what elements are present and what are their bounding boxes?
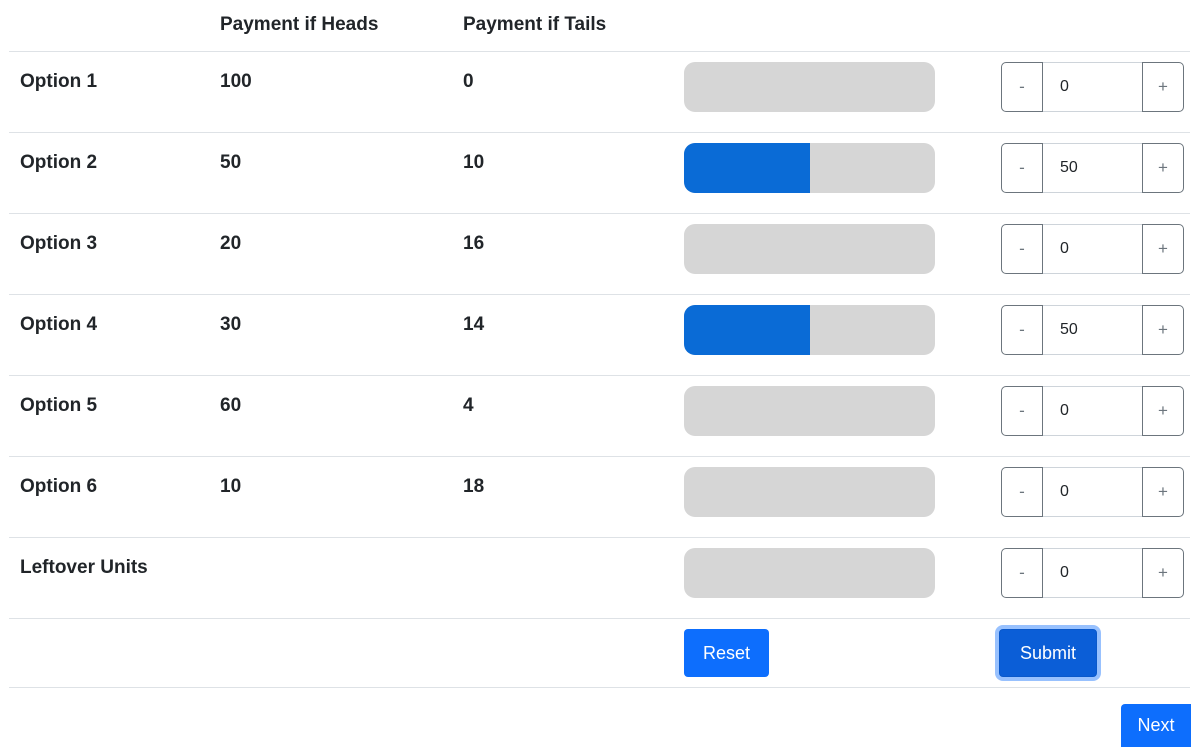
table-row-leftover: Leftover Units - +: [9, 538, 1190, 619]
header-payment-tails: Payment if Tails: [463, 14, 607, 35]
table-row: Option 1 100 0 - +: [9, 52, 1190, 133]
decrement-button[interactable]: -: [1001, 224, 1043, 274]
table-row: Option 6 10 18 - +: [9, 457, 1190, 538]
payment-heads-value: 20: [220, 233, 242, 254]
allocation-bar: [684, 305, 935, 355]
submit-button[interactable]: Submit: [999, 629, 1097, 677]
allocation-bar: [684, 143, 935, 193]
table-row: Option 5 60 4 - +: [9, 376, 1190, 457]
table-row: Option 3 20 16 - +: [9, 214, 1190, 295]
decrement-button[interactable]: -: [1001, 143, 1043, 193]
decrement-button[interactable]: -: [1001, 548, 1043, 598]
quantity-stepper: - +: [1001, 224, 1184, 274]
allocation-bar: [684, 62, 935, 112]
quantity-stepper: - +: [1001, 467, 1184, 517]
increment-button[interactable]: +: [1142, 143, 1184, 193]
allocation-bar: [684, 386, 935, 436]
payment-heads-value: 50: [220, 152, 242, 173]
allocation-bar-fill: [684, 305, 810, 355]
payment-tails-value: 4: [463, 395, 474, 416]
leftover-units-label: Leftover Units: [20, 557, 148, 578]
payment-tails-value: 16: [463, 233, 485, 254]
increment-button[interactable]: +: [1142, 548, 1184, 598]
decrement-button[interactable]: -: [1001, 467, 1043, 517]
option-label: Option 5: [20, 395, 98, 416]
allocation-input[interactable]: [1043, 467, 1142, 517]
allocation-input[interactable]: [1043, 143, 1142, 193]
allocation-table: Payment if Heads Payment if Tails Option…: [9, 0, 1190, 688]
quantity-stepper: - +: [1001, 143, 1184, 193]
payment-heads-value: 30: [220, 314, 242, 335]
option-label: Option 1: [20, 71, 98, 92]
decrement-button[interactable]: -: [1001, 386, 1043, 436]
quantity-stepper: - +: [1001, 548, 1184, 598]
increment-button[interactable]: +: [1142, 305, 1184, 355]
table-row: Option 4 30 14 - +: [9, 295, 1190, 376]
payment-heads-value: 100: [220, 71, 252, 92]
allocation-input[interactable]: [1043, 62, 1142, 112]
payment-tails-value: 14: [463, 314, 485, 335]
allocation-bar: [684, 467, 935, 517]
increment-button[interactable]: +: [1142, 224, 1184, 274]
allocation-input[interactable]: [1043, 548, 1142, 598]
payment-tails-value: 18: [463, 476, 485, 497]
option-label: Option 6: [20, 476, 98, 497]
allocation-bar: [684, 548, 935, 598]
option-label: Option 4: [20, 314, 98, 335]
option-label: Option 2: [20, 152, 98, 173]
quantity-stepper: - +: [1001, 386, 1184, 436]
table-row: Option 2 50 10 - +: [9, 133, 1190, 214]
reset-button[interactable]: Reset: [684, 629, 769, 677]
quantity-stepper: - +: [1001, 62, 1184, 112]
payment-heads-value: 60: [220, 395, 242, 416]
decrement-button[interactable]: -: [1001, 305, 1043, 355]
allocation-input[interactable]: [1043, 305, 1142, 355]
next-button[interactable]: Next: [1121, 704, 1191, 747]
quantity-stepper: - +: [1001, 305, 1184, 355]
payment-heads-value: 10: [220, 476, 242, 497]
allocation-bar-fill: [684, 143, 810, 193]
table-header-row: Payment if Heads Payment if Tails: [9, 0, 1190, 52]
allocation-input[interactable]: [1043, 224, 1142, 274]
payment-tails-value: 10: [463, 152, 485, 173]
allocation-input[interactable]: [1043, 386, 1142, 436]
allocation-bar: [684, 224, 935, 274]
decrement-button[interactable]: -: [1001, 62, 1043, 112]
increment-button[interactable]: +: [1142, 62, 1184, 112]
payment-tails-value: 0: [463, 71, 474, 92]
increment-button[interactable]: +: [1142, 386, 1184, 436]
header-payment-heads: Payment if Heads: [220, 14, 379, 35]
increment-button[interactable]: +: [1142, 467, 1184, 517]
action-row: Reset Submit: [9, 619, 1190, 688]
option-label: Option 3: [20, 233, 98, 254]
